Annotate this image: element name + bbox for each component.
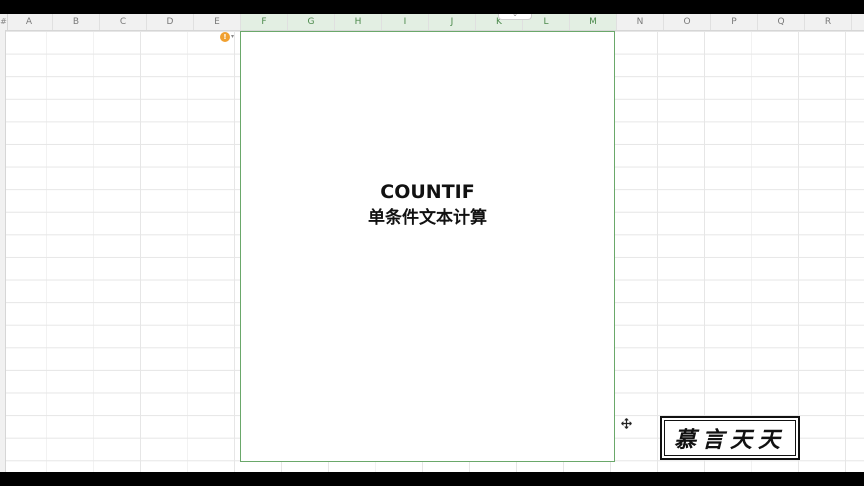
column-header-a[interactable]: A	[6, 14, 53, 30]
move-cursor-icon	[621, 418, 632, 429]
column-header-q[interactable]: Q	[758, 14, 805, 30]
column-header-i[interactable]: I	[382, 14, 429, 30]
column-header-d[interactable]: D	[147, 14, 194, 30]
column-header-h[interactable]: H	[335, 14, 382, 30]
column-header-c[interactable]: C	[100, 14, 147, 30]
column-header-j[interactable]: J	[429, 14, 476, 30]
title-line-function: COUNTIF	[380, 181, 475, 203]
warning-icon[interactable]: !	[220, 32, 230, 42]
watermark-logo: 慕言天天	[660, 416, 800, 460]
column-header-r[interactable]: R	[805, 14, 852, 30]
column-header-n[interactable]: N	[617, 14, 664, 30]
column-header-g[interactable]: G	[288, 14, 335, 30]
collapse-toggle[interactable]: ⌄	[498, 14, 532, 20]
column-header-p[interactable]: P	[711, 14, 758, 30]
title-line-subtitle: 单条件文本计算	[368, 208, 487, 228]
text-box[interactable]: COUNTIF 单条件文本计算	[240, 31, 615, 462]
column-header-e[interactable]: E	[194, 14, 241, 30]
column-header-o[interactable]: O	[664, 14, 711, 30]
text-box-content: COUNTIF 单条件文本计算	[241, 179, 614, 231]
chevron-down-icon[interactable]: ▾	[231, 33, 234, 40]
column-header-bar: # ABCDEFGHIJKLMNOPQR ⌄	[0, 14, 864, 31]
watermark-text: 慕言天天	[673, 427, 786, 453]
column-header-f[interactable]: F	[241, 14, 288, 30]
spreadsheet-window: # ABCDEFGHIJKLMNOPQR ⌄ ! ▾ COUNTIF 单条件文本…	[0, 14, 864, 472]
column-header-m[interactable]: M	[570, 14, 617, 30]
column-header-b[interactable]: B	[53, 14, 100, 30]
